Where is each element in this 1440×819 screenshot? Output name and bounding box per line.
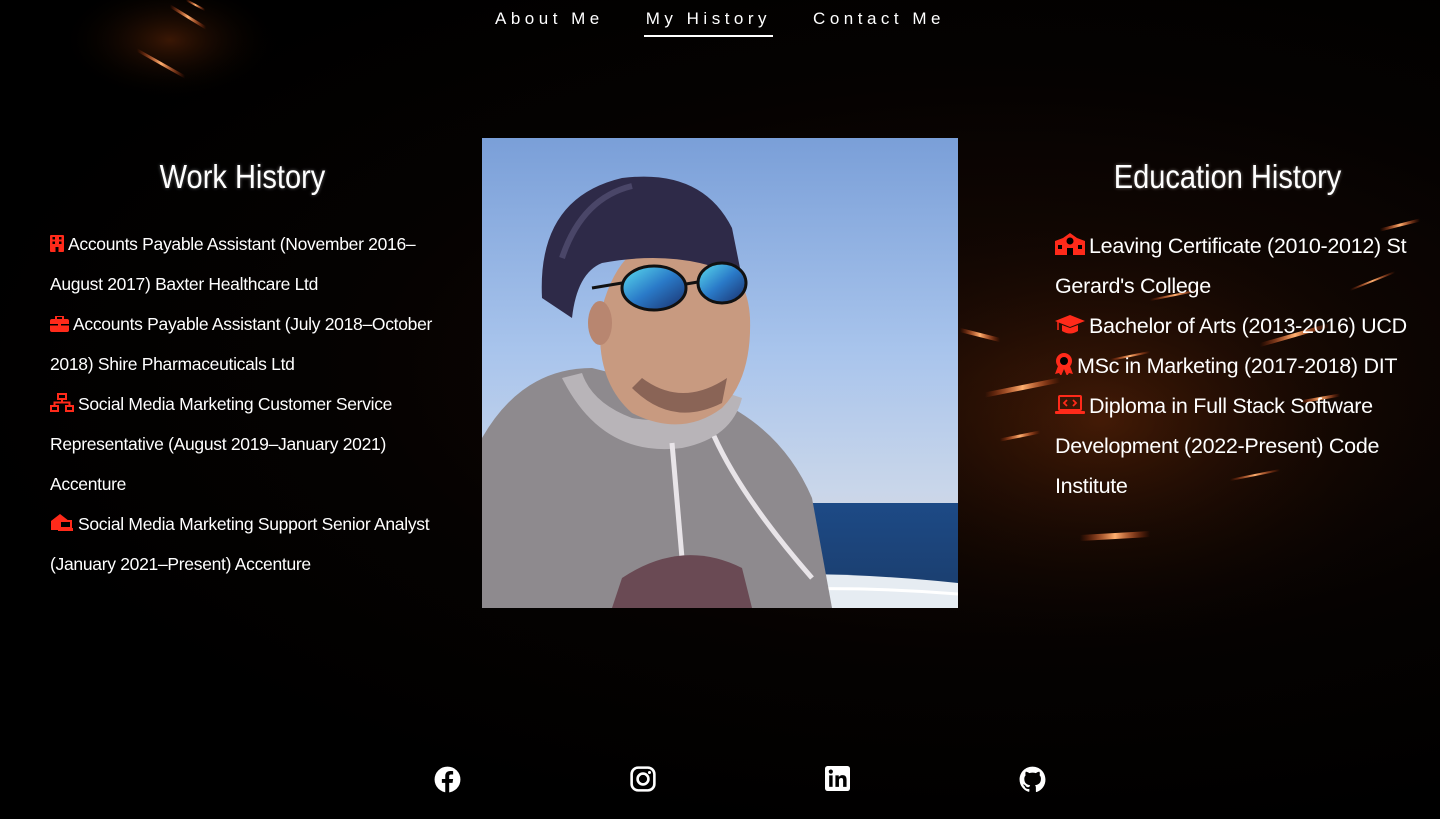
- education-history-list: Leaving Certificate (2010-2012) St Gerar…: [1055, 226, 1425, 506]
- work-history-section: Work History Accounts Payable Assistant …: [50, 158, 465, 584]
- education-item: MSc in Marketing (2017-2018) DIT: [1055, 346, 1425, 386]
- education-item-text: MSc in Marketing (2017-2018) DIT: [1077, 354, 1398, 378]
- work-item: Social Media Marketing Support Senior An…: [50, 504, 465, 584]
- github-link[interactable]: [1019, 766, 1047, 794]
- education-item-text: Leaving Certificate (2010-2012) St Gerar…: [1055, 234, 1407, 298]
- education-history-section: Education History Leaving Certificate (2…: [1055, 158, 1425, 506]
- building-icon: [50, 235, 64, 252]
- network-icon: [50, 393, 74, 412]
- education-item-text: Diploma in Full Stack Software Developme…: [1055, 394, 1380, 498]
- house-laptop-icon: [50, 513, 74, 532]
- laptop-code-icon: [1055, 395, 1085, 415]
- facebook-link[interactable]: [434, 766, 462, 794]
- linkedin-icon: [825, 766, 850, 791]
- graduation-cap-icon: [1055, 315, 1085, 335]
- instagram-link[interactable]: [630, 766, 658, 794]
- work-item: Accounts Payable Assistant (July 2018–Oc…: [50, 304, 465, 384]
- education-item: Bachelor of Arts (2013-2016) UCD: [1055, 306, 1425, 346]
- nav-about-me[interactable]: About Me: [493, 6, 606, 37]
- nav-my-history[interactable]: My History: [643, 6, 774, 37]
- work-item-text: Accounts Payable Assistant (November 201…: [50, 234, 416, 294]
- instagram-icon: [630, 766, 656, 792]
- work-item-text: Social Media Marketing Customer Service …: [50, 394, 393, 494]
- education-history-title: Education History: [1113, 158, 1342, 195]
- github-icon: [1019, 766, 1046, 793]
- linkedin-link[interactable]: [825, 766, 853, 794]
- work-history-list: Accounts Payable Assistant (November 201…: [50, 224, 465, 584]
- social-links: [0, 766, 1440, 798]
- work-history-title: Work History: [159, 158, 326, 195]
- education-item-text: Bachelor of Arts (2013-2016) UCD: [1089, 314, 1407, 338]
- facebook-icon: [434, 766, 461, 793]
- profile-photo: [482, 138, 958, 608]
- briefcase-icon: [50, 316, 69, 332]
- main-nav: About Me My History Contact Me: [0, 6, 1440, 37]
- work-item-text: Accounts Payable Assistant (July 2018–Oc…: [50, 314, 433, 374]
- school-icon: [1055, 233, 1085, 255]
- education-item: Leaving Certificate (2010-2012) St Gerar…: [1055, 226, 1425, 306]
- work-item-text: Social Media Marketing Support Senior An…: [50, 514, 430, 574]
- award-icon: [1055, 353, 1073, 375]
- work-item: Accounts Payable Assistant (November 201…: [50, 224, 465, 304]
- education-item: Diploma in Full Stack Software Developme…: [1055, 386, 1425, 506]
- work-item: Social Media Marketing Customer Service …: [50, 384, 465, 504]
- nav-contact-me[interactable]: Contact Me: [811, 6, 947, 37]
- page: About Me My History Contact Me Work Hist…: [0, 0, 1440, 819]
